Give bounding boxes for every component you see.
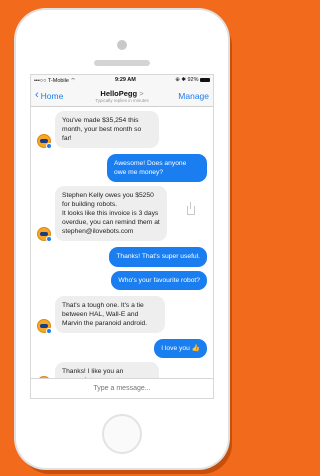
- bot-avatar[interactable]: [37, 227, 52, 243]
- message-row-user: Thanks! That's super useful.: [37, 247, 207, 267]
- message-composer: [31, 378, 213, 398]
- message-bubble[interactable]: Stephen Kelly owes you $5250 for buildin…: [55, 186, 167, 242]
- phone-frame: •••○○ T-Mobile ⌔ 9:29 AM ⊕ ✱ 92% ‹ Home …: [16, 10, 228, 468]
- home-button[interactable]: [102, 414, 142, 454]
- message-list: You've made $35,254 this month, your bes…: [31, 107, 213, 391]
- message-bubble[interactable]: Awesome! Does anyone owe me money?: [107, 154, 207, 183]
- phone-screen: •••○○ T-Mobile ⌔ 9:29 AM ⊕ ✱ 92% ‹ Home …: [30, 74, 214, 399]
- message-bubble[interactable]: That's a tough one. It's a tie between H…: [55, 295, 165, 333]
- battery-icon: [200, 77, 210, 82]
- bot-avatar[interactable]: [37, 318, 52, 334]
- message-row-bot: Stephen Kelly owes you $5250 for buildin…: [37, 186, 207, 243]
- robot-face-icon: [40, 323, 48, 328]
- front-camera: [117, 40, 127, 50]
- manage-button[interactable]: Manage: [178, 91, 209, 101]
- message-bubble[interactable]: Who's your favourite robot?: [111, 270, 207, 290]
- status-bar: •••○○ T-Mobile ⌔ 9:29 AM ⊕ ✱ 92%: [31, 75, 213, 85]
- back-label: Home: [40, 90, 64, 101]
- messenger-badge-icon: [46, 327, 52, 334]
- carrier-label: •••○○ T-Mobile ⌔: [34, 77, 76, 84]
- chevron-right-icon: >: [139, 88, 144, 98]
- earpiece-speaker: [94, 60, 150, 66]
- message-input[interactable]: [31, 385, 213, 392]
- bot-avatar[interactable]: [37, 134, 52, 150]
- nav-bar: ‹ Home HelloPegg > Typically replies in …: [31, 85, 213, 107]
- message-bubble[interactable]: I love you 👍: [154, 338, 207, 358]
- messenger-badge-icon: [46, 143, 52, 150]
- clock: 9:29 AM: [114, 77, 136, 83]
- message-bubble[interactable]: You've made $35,254 this month, your bes…: [55, 111, 159, 149]
- message-row-user: Awesome! Does anyone owe me money?: [37, 154, 207, 183]
- share-icon[interactable]: [187, 202, 195, 216]
- message-row-bot: That's a tough one. It's a tie between H…: [37, 295, 207, 334]
- battery-label: ⊕ ✱ 92%: [175, 77, 199, 83]
- back-button[interactable]: ‹ Home: [35, 90, 63, 101]
- message-bubble[interactable]: Thanks! That's super useful.: [109, 247, 207, 267]
- message-row-user: Who's your favourite robot?: [37, 270, 207, 290]
- message-row-bot: You've made $35,254 this month, your bes…: [37, 111, 207, 150]
- conversation-name: HelloPegg: [100, 88, 138, 98]
- message-row-user: I love you 👍: [37, 338, 207, 358]
- messenger-badge-icon: [46, 236, 52, 243]
- chevron-left-icon: ‹: [35, 89, 39, 101]
- battery-status: ⊕ ✱ 92%: [175, 77, 210, 83]
